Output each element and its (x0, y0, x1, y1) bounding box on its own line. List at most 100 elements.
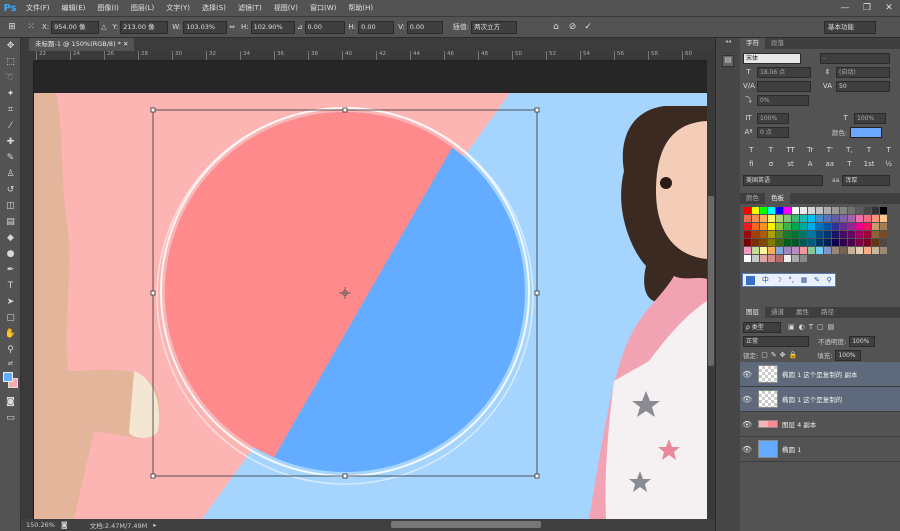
color-swatch[interactable] (872, 247, 879, 254)
color-swatch[interactable] (832, 231, 839, 238)
color-swatch[interactable] (872, 231, 879, 238)
color-swatch[interactable] (816, 207, 823, 214)
color-swatch[interactable] (792, 215, 799, 222)
ime-button[interactable]: 中 (762, 275, 769, 285)
interp-select[interactable]: 两次立方 (471, 20, 518, 34)
vertical-scrollbar[interactable] (707, 51, 715, 519)
color-swatch[interactable] (776, 207, 783, 214)
tab-swatches[interactable]: 色板 (765, 193, 790, 204)
canvas-artwork[interactable] (34, 61, 707, 519)
type-style-button[interactable]: st (784, 160, 798, 168)
layer-row[interactable]: 👁 椭圆 1 这个是复制的 副本 (740, 362, 900, 387)
tracking-field[interactable]: 50 (836, 80, 890, 92)
color-swatch[interactable] (792, 255, 799, 262)
color-swatch[interactable] (840, 215, 847, 222)
layer-filter-select[interactable]: ρ 类型 (743, 321, 781, 333)
color-swatch[interactable] (744, 247, 751, 254)
color-swatch[interactable] (768, 239, 775, 246)
tab-layers[interactable]: 图层 (740, 307, 765, 318)
hskew-field[interactable]: 0.00 (358, 20, 395, 34)
ime-button[interactable]: ▦ (801, 276, 808, 284)
color-swatch[interactable] (832, 207, 839, 214)
color-swatch[interactable] (824, 231, 831, 238)
color-swatch[interactable] (840, 207, 847, 214)
color-swatch[interactable] (856, 223, 863, 230)
visibility-eye-icon[interactable]: 👁 (740, 445, 754, 454)
path-select-tool-icon[interactable]: ➤ (0, 294, 21, 310)
color-swatch[interactable] (816, 223, 823, 230)
color-swatch[interactable] (776, 255, 783, 262)
angle-field[interactable]: 0.00 (304, 20, 345, 34)
type-style-button[interactable]: T (862, 146, 876, 154)
collapse-icon[interactable]: ◂◂ (716, 38, 740, 49)
zoom-level[interactable]: 150.26% (26, 521, 55, 529)
type-style-button[interactable]: fi (744, 160, 758, 168)
color-swatch[interactable] (760, 207, 767, 214)
visibility-eye-icon[interactable]: 👁 (740, 420, 754, 429)
horizontal-scale-field[interactable]: 100% (854, 112, 886, 124)
pen-tool-icon[interactable]: ✒ (0, 262, 21, 278)
color-swatch[interactable] (784, 255, 791, 262)
blend-mode-select[interactable]: 正常 (743, 335, 809, 347)
color-swatch[interactable] (792, 207, 799, 214)
layer-name[interactable]: 椭圆 1 (782, 444, 801, 454)
color-swatch[interactable] (744, 207, 751, 214)
menu-item[interactable]: 文字(Y) (160, 0, 196, 17)
cancel-transform-icon[interactable]: ⊘ (569, 22, 577, 32)
layer-thumbnail[interactable] (758, 420, 778, 428)
healing-brush-icon[interactable]: ✚ (0, 134, 21, 150)
zoom-tool-icon[interactable]: ⚲ (0, 342, 21, 358)
color-swatch[interactable] (760, 223, 767, 230)
color-swatch[interactable] (744, 231, 751, 238)
link-icon[interactable]: ⇔ (229, 23, 235, 31)
font-style-select[interactable]: - (820, 52, 890, 64)
color-swatch[interactable] (784, 215, 791, 222)
color-swatch[interactable] (776, 239, 783, 246)
vskew-field[interactable]: 0.00 (406, 20, 443, 34)
color-swatch[interactable] (856, 207, 863, 214)
menu-item[interactable]: 滤镜(T) (232, 0, 268, 17)
antialias-select[interactable]: 浑厚 (842, 174, 891, 186)
color-swatch[interactable] (872, 207, 879, 214)
vertical-scroll-thumb[interactable] (708, 196, 714, 366)
menu-item[interactable]: 视图(V) (268, 0, 304, 17)
y-field[interactable]: 213.00 像 (120, 20, 169, 34)
color-swatch[interactable] (792, 239, 799, 246)
color-swatch[interactable] (760, 231, 767, 238)
color-swatch[interactable] (832, 247, 839, 254)
menu-item[interactable]: 选择(S) (196, 0, 232, 17)
color-swatch[interactable] (752, 223, 759, 230)
color-swatch[interactable] (784, 223, 791, 230)
type-style-button[interactable]: T (882, 146, 896, 154)
reference-point-icon[interactable]: ⁙ (24, 22, 38, 32)
baseline-field[interactable]: 0 点 (757, 126, 789, 138)
color-swatch[interactable] (840, 247, 847, 254)
color-swatch[interactable] (816, 239, 823, 246)
color-swatch[interactable] (864, 207, 871, 214)
delta-icon[interactable]: △ (101, 23, 106, 31)
history-brush-icon[interactable]: ↺ (0, 182, 21, 198)
color-swatch[interactable] (880, 215, 887, 222)
screen-mode-icon[interactable]: ▭ (0, 410, 21, 426)
color-swatch[interactable] (872, 239, 879, 246)
layer-name[interactable]: 椭圆 1 这个是复制的 副本 (782, 369, 857, 379)
color-swatch[interactable] (816, 231, 823, 238)
menu-item[interactable]: 图像(I) (91, 0, 125, 17)
color-swatch[interactable] (744, 239, 751, 246)
tab-character[interactable]: 字符 (740, 38, 765, 49)
color-swatch[interactable] (808, 239, 815, 246)
color-swatch[interactable] (800, 207, 807, 214)
lasso-tool-icon[interactable]: ➰ (0, 70, 21, 86)
color-swatch[interactable] (848, 215, 855, 222)
tab-paths[interactable]: 路径 (815, 307, 840, 318)
ime-button[interactable]: ☽ (776, 276, 782, 284)
color-swatch[interactable] (856, 215, 863, 222)
ime-button[interactable]: ⚲ (826, 276, 831, 284)
gradient-tool-icon[interactable]: ▤ (0, 214, 21, 230)
type-style-button[interactable]: Tr (803, 146, 817, 154)
color-swatch[interactable] (848, 207, 855, 214)
color-swatch[interactable] (872, 223, 879, 230)
color-swatch[interactable] (800, 231, 807, 238)
color-swatch[interactable] (752, 247, 759, 254)
color-swatches[interactable] (0, 368, 20, 394)
